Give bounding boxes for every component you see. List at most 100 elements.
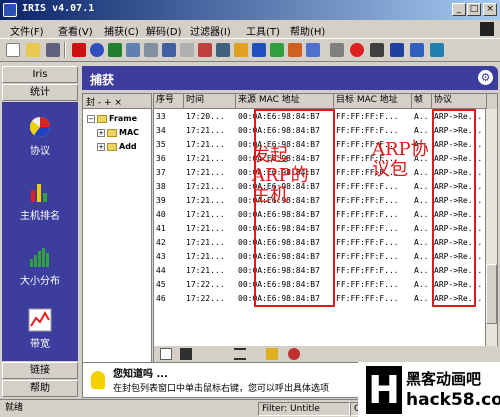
stop-icon[interactable] (350, 43, 364, 57)
table-cell-frame: A... (414, 112, 430, 121)
expand-icon[interactable]: + (97, 142, 105, 151)
decode-tree: 封 - + × − Frame + MAC + Add (82, 93, 152, 363)
tree-node-address[interactable]: + Add (97, 142, 137, 151)
sort-icon[interactable] (288, 348, 300, 360)
table-cell-frame: A... (414, 182, 430, 191)
watermark-logo: H (366, 366, 402, 414)
lightbulb-icon (91, 371, 105, 389)
scroll-thumb[interactable] (486, 264, 497, 324)
stats-icon[interactable] (234, 43, 248, 57)
filter-icon[interactable] (198, 43, 212, 57)
panel-icon[interactable] (162, 43, 176, 57)
tree-node-label: MAC (119, 128, 140, 137)
table-cell-dst: FF:FF:FF:F... (336, 182, 399, 191)
tools-icon[interactable] (216, 43, 230, 57)
bookmark-icon[interactable] (266, 348, 278, 360)
menu-help[interactable]: 帮助(H) (290, 23, 325, 38)
decode-icon[interactable] (108, 43, 122, 57)
table-cell-time: 17:21... (186, 126, 225, 135)
gear-icon[interactable]: ⚙ (478, 70, 493, 85)
sidebar-tab-help[interactable]: 帮助 (2, 380, 78, 397)
folder-icon (97, 114, 107, 123)
annotation-box-src-mac (254, 109, 335, 307)
table-cell-no: 45 (156, 280, 166, 289)
tree-node-mac[interactable]: + MAC (97, 128, 139, 137)
bar-chart-icon[interactable] (252, 43, 266, 57)
info-icon[interactable] (430, 43, 444, 57)
sidebar-tab-iris[interactable]: Iris (2, 66, 78, 83)
sidebar-item-label: 协议 (30, 146, 50, 157)
menu-file[interactable]: 文件(F) (10, 23, 44, 38)
table-cell-frame: A... (414, 238, 430, 247)
table-cell-time: 17:21... (186, 224, 225, 233)
vertical-scrollbar[interactable] (485, 109, 497, 362)
sidebar-item-host-rank[interactable]: 主机排名 (2, 172, 78, 232)
settings-icon[interactable] (330, 43, 344, 57)
open-folder-icon[interactable] (26, 43, 40, 57)
table-cell-dst: FF:FF:FF:F... (336, 196, 399, 205)
binoculars-icon[interactable] (370, 43, 384, 57)
tree-toolbar-label[interactable]: 封 - + × (86, 95, 122, 108)
save-icon[interactable] (180, 348, 192, 360)
expand-columns-icon[interactable] (234, 348, 246, 360)
network-icon[interactable] (306, 43, 320, 57)
maximize-button[interactable]: □ (467, 3, 481, 16)
column-header-frame[interactable]: 帧 (412, 94, 432, 109)
menu-view[interactable]: 查看(V) (58, 23, 93, 38)
sidebar-item-size-distribution[interactable]: 大小分布 (2, 237, 78, 297)
capture-panel: 捕获 ⚙ 封 - + × − Frame + MAC + Add 序号 时间 来源 M… (82, 66, 498, 398)
menu-tools[interactable]: 工具(T) (246, 23, 280, 38)
sidebar: Iris 统计 协议 主机排名 大小分布 带宽 链接 帮助 (2, 66, 78, 398)
minimize-button[interactable]: _ (452, 3, 466, 16)
table-cell-time: 17:22... (186, 280, 225, 289)
help-icon[interactable] (410, 43, 424, 57)
table-cell-time: 17:21... (186, 238, 225, 247)
tree-header: 封 - + × (83, 94, 151, 109)
menu-capture[interactable]: 捕获(C) (104, 23, 139, 38)
table-cell-time: 17:21... (186, 252, 225, 261)
grid-icon[interactable] (144, 43, 158, 57)
toolbar (0, 38, 500, 62)
window-title: IRIS v4.07.1 (22, 3, 95, 14)
table-cell-no: 44 (156, 266, 166, 275)
sidebar-item-bandwidth[interactable]: 带宽 (2, 300, 78, 360)
column-header-protocol[interactable]: 协议 (432, 94, 487, 109)
bar-chart-icon (31, 184, 47, 202)
menu-decode[interactable]: 解码(D) (146, 23, 182, 38)
table-cell-frame: A... (414, 126, 430, 135)
column-header-time[interactable]: 时间 (184, 94, 236, 109)
arrow-icon[interactable] (390, 43, 404, 57)
sidebar-tab-links[interactable]: 链接 (2, 362, 78, 379)
column-header-no[interactable]: 序号 (154, 94, 184, 109)
tip-title: 您知道吗 ... (113, 369, 168, 380)
document-icon[interactable] (160, 348, 172, 360)
save-icon[interactable] (46, 43, 60, 57)
chart-icon[interactable] (270, 43, 284, 57)
color-wheel-icon[interactable] (90, 43, 104, 57)
menu-filter[interactable]: 过滤器(I) (190, 23, 231, 38)
sidebar-item-protocol[interactable]: 协议 (2, 107, 78, 167)
expand-icon[interactable]: + (97, 128, 105, 137)
close-button[interactable]: × (483, 3, 497, 16)
table-cell-dst: FF:FF:FF:F... (336, 280, 399, 289)
window-icon[interactable] (126, 43, 140, 57)
table-cell-dst: FF:FF:FF:F... (336, 238, 399, 247)
collapse-icon[interactable]: − (87, 114, 95, 123)
sidebar-item-label: 大小分布 (20, 276, 60, 287)
app-logo-icon (480, 22, 494, 36)
sidebar-section-stats[interactable]: 统计 (2, 84, 78, 101)
column-header-src-mac[interactable]: 来源 MAC 地址 (236, 94, 334, 109)
table-cell-no: 41 (156, 224, 166, 233)
table-cell-frame: A... (414, 294, 430, 303)
sidebar-item-label: 带宽 (30, 339, 50, 350)
tree-node-label: Frame (109, 114, 138, 123)
app-icon (3, 3, 17, 17)
stop-capture-icon[interactable] (72, 43, 86, 57)
alert-icon[interactable] (288, 43, 302, 57)
table-cell-no: 38 (156, 182, 166, 191)
list-icon[interactable] (180, 43, 194, 57)
new-file-icon[interactable] (6, 43, 20, 57)
column-header-dst-mac[interactable]: 目标 MAC 地址 (334, 94, 412, 109)
table-cell-dst: FF:FF:FF:F... (336, 126, 399, 135)
tree-node-frame[interactable]: − Frame (87, 114, 137, 123)
